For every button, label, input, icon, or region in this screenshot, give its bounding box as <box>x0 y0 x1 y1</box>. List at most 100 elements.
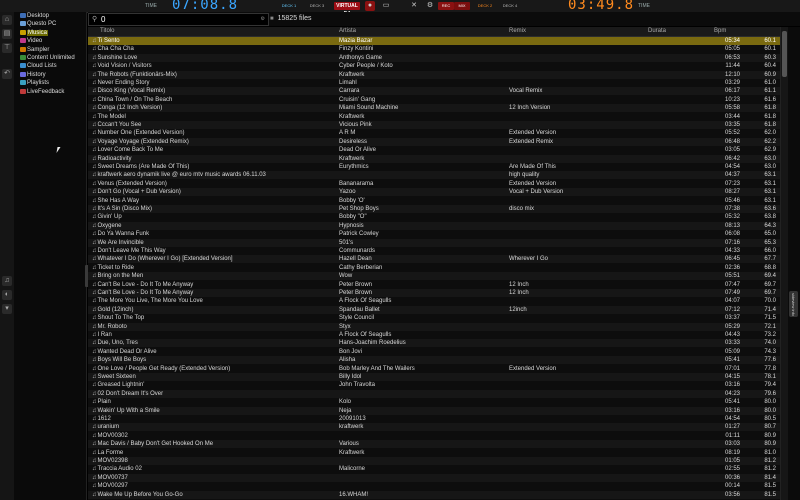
track-row[interactable]: ♫Can't Be Love - Do It To Me Anyway Peter… <box>88 280 780 289</box>
record-icon[interactable]: ● <box>365 1 375 11</box>
track-row[interactable]: ♫Conga (12 Inch Version) Miami Sound Mach… <box>88 104 780 113</box>
track-row[interactable]: ♫Cccan't You See Vicious Pink 03:35 61.8 <box>88 121 780 129</box>
track-row[interactable]: ♫One Love / People Get Ready (Extended V… <box>88 364 780 373</box>
track-row[interactable]: ♫Void Vision / Visitors Cyber People / Ko… <box>88 62 780 71</box>
track-row[interactable]: ♫Never Ending Story Limahl 03:29 61.0 <box>88 79 780 87</box>
column-header-title[interactable]: Titolo <box>100 27 114 36</box>
track-row[interactable]: ♫1612 20091013 04:54 80.5 <box>88 415 780 423</box>
undo-icon[interactable]: ↶ <box>2 69 12 79</box>
track-row[interactable]: ♫Bring on the Men Wow 05:51 69.4 <box>88 272 780 281</box>
track-row[interactable]: ♫Wanted Dead Or Alive Bon Jovi 05:09 74.3 <box>88 347 780 356</box>
track-title: Bring on the Men <box>97 273 144 280</box>
track-row[interactable]: ♫Lover Come Back To Me Dead Or Alive 03:05… <box>88 146 780 155</box>
column-header-remix[interactable]: Remix <box>509 27 526 36</box>
tree-item[interactable]: History <box>20 71 46 79</box>
track-row[interactable]: ♫Ticket to Ride Cathy Berberian 02:36 68.8 <box>88 263 780 272</box>
monitor-icon[interactable]: ▭ <box>381 1 391 11</box>
track-artist: A Flock Of Seagulls <box>339 298 392 305</box>
rec-button[interactable]: REC <box>438 2 454 10</box>
speaker-icon[interactable]: ◐ <box>2 290 12 300</box>
tree-item[interactable]: Desktop <box>20 12 49 20</box>
track-row[interactable]: ♫Don't Go (Vocal + Dub Version) Yazoo Voca… <box>88 188 780 197</box>
track-row[interactable]: ♫Shout To The Top Style Council 03:37 71.5 <box>88 314 780 323</box>
deck1-button[interactable]: DECK 1 <box>278 2 300 9</box>
track-row[interactable]: ♫Disco King (Vocal Remix) Carrara Vocal Re… <box>88 87 780 96</box>
track-row[interactable]: ♫Boys Will Be Boys Alisha 05:41 77.6 <box>88 356 780 365</box>
track-row[interactable]: ♫MOV00302 01:11 80.9 <box>88 431 780 440</box>
track-row[interactable]: ♫Sweet Dreams (Are Made Of This) Eurythmi… <box>88 163 780 171</box>
track-artist: Malicorne <box>339 466 366 473</box>
track-row[interactable]: ♫China Town / On The Beach Cruisin' Gang 1… <box>88 95 780 104</box>
track-row[interactable]: ♫Wake Me Up Before You Go-Go 16.WHAM! 03:5… <box>88 490 780 499</box>
track-row[interactable]: ♫Cha Cha Cha Finzy Kontini 05:05 60.1 <box>88 45 780 54</box>
track-bpm: 81.0 <box>764 449 776 456</box>
track-row[interactable]: ♫The Robots (Funktionärs-Mix) Kraftwerk 12… <box>88 70 780 79</box>
track-row[interactable]: ♫Sweet Sixteen Billy Idol 04:15 78.1 <box>88 373 780 381</box>
tree-item[interactable]: Sampler <box>20 46 49 54</box>
track-row[interactable]: ♫Do Ya Wanna Funk Patrick Cowley 06:08 65.0 <box>88 230 780 239</box>
deck2-button[interactable]: DECK 2 <box>474 2 496 9</box>
mix-button[interactable]: MIX <box>454 2 470 10</box>
music-note-icon[interactable]: ♫ <box>2 276 12 286</box>
track-row[interactable]: ♫MOV02398 01:05 81.2 <box>88 457 780 465</box>
folder-icon[interactable]: ▤ <box>2 29 12 39</box>
tree-item[interactable]: Video <box>20 37 42 45</box>
track-row[interactable]: ♫The Model Kraftwerk 03:44 61.8 <box>88 112 780 121</box>
tree-item[interactable]: Playlists <box>20 79 49 87</box>
track-artist: Desireless <box>339 138 368 145</box>
track-row[interactable]: ♫Oxygene Hypnosis 08:13 64.3 <box>88 221 780 230</box>
track-row[interactable]: ♫Can't Be Love - Do It To Me Anyway Peter… <box>88 289 780 297</box>
tree-item[interactable]: Questo PC <box>20 20 56 28</box>
track-row[interactable]: ♫Traccia Audio 02 Malicorne 02:55 81.2 <box>88 465 780 474</box>
gear-icon[interactable]: ⚙ <box>425 1 435 11</box>
track-row[interactable]: ♫Givin' Up Bobby "O" 05:32 63.8 <box>88 213 780 222</box>
track-row[interactable]: ♫The More You Live, The More You Love A F… <box>88 297 780 306</box>
track-row[interactable]: ♫Sunshine Love Anthonys Game 06:53 60.3 <box>88 53 780 62</box>
track-row[interactable]: ♫She Has A Way Bobby 'O' 05:46 63.1 <box>88 196 780 205</box>
filter-icon[interactable]: ⊤ <box>2 43 12 53</box>
close-icon[interactable]: ✕ <box>409 1 419 11</box>
track-row[interactable]: ♫Voyage Voyage (Extended Remix) Desireles… <box>88 137 780 146</box>
track-row[interactable]: ♫I Ran A Flock Of Seagulls 04:43 73.2 <box>88 331 780 339</box>
tree-item[interactable]: Musica <box>20 29 49 37</box>
track-row[interactable]: ♫La Forme Kraftwerk 08:19 81.0 <box>88 448 780 457</box>
track-row[interactable]: ♫Greased Lightnin' John Travolta 03:16 79.4 <box>88 381 780 390</box>
track-row[interactable]: ♫kraftwerk aero dynamik live @ euro mtv … <box>88 171 780 180</box>
track-row[interactable]: ♫Mac Davis / Baby Don't Get Hooked On Me… <box>88 440 780 449</box>
track-row[interactable]: ♫Mr. Roboto Styx 05:29 72.1 <box>88 322 780 331</box>
track-row[interactable]: ♫We Are Invincible 501's 07:16 65.3 <box>88 238 780 247</box>
track-row[interactable]: ♫MOV00737 00:36 81.4 <box>88 473 780 482</box>
track-title: Cha Cha Cha <box>97 46 134 53</box>
track-bpm: 80.9 <box>764 441 776 448</box>
column-header-duration[interactable]: Durata <box>648 27 666 36</box>
track-row[interactable]: ♫Number One (Extended Version) A R M Exten… <box>88 129 780 138</box>
track-row[interactable]: ♫Radioactivity Kraftwerk 06:42 63.0 <box>88 154 780 163</box>
track-row[interactable]: ♫uranium kraftwerk 01:27 80.7 <box>88 423 780 432</box>
tree-item[interactable]: Cloud Lists <box>20 62 57 70</box>
tree-item[interactable]: Content Unlimited <box>20 54 75 62</box>
track-row[interactable]: ♫Ti Sento Mazia Bazar 05:34 60.1 <box>88 37 780 45</box>
track-row[interactable]: ♫Venus (Extended Version) Bananarama Exten… <box>88 179 780 188</box>
track-row[interactable]: ♫Gold (12inch) Spandau Ballet 12inch 07:12 7… <box>88 305 780 314</box>
mic-icon[interactable]: ▾ <box>2 304 12 314</box>
deck4-button[interactable]: DECK 4 <box>499 2 521 9</box>
scrollbar-thumb[interactable] <box>782 31 787 77</box>
column-header-bpm[interactable]: Bpm <box>714 27 726 36</box>
track-row[interactable]: ♫Due, Uno, Tres Hans-Joachim Roedelius 03:… <box>88 339 780 348</box>
tree-item[interactable]: LiveFeedback <box>20 88 64 96</box>
track-row[interactable]: ♫Wakin' Up With a Smile Neja 03:16 80.0 <box>88 406 780 415</box>
sideview-tab[interactable]: sideview info <box>789 291 798 317</box>
search-input[interactable] <box>101 14 251 25</box>
search-options-icon[interactable]: ⚙ <box>261 14 265 25</box>
track-title: Sweet Dreams (Are Made Of This) <box>97 164 190 170</box>
track-row[interactable]: ♫MOV00297 00:14 81.5 <box>88 482 780 491</box>
track-row[interactable]: ♫Don't Leave Me This Way Communards 04:33 6… <box>88 247 780 255</box>
track-row[interactable]: ♫Whatever I Do (Wherever I Go) [Extended… <box>88 255 780 264</box>
track-row[interactable]: ♫02 Don't Dream It's Over 04:23 79.6 <box>88 389 780 398</box>
deck3-button[interactable]: DECK 3 <box>306 2 328 9</box>
home-icon[interactable]: ⌂ <box>2 15 12 25</box>
track-row[interactable]: ♫It's A Sin (Disco Mix) Pet Shop Boys disc… <box>88 205 780 213</box>
track-title-cell: ♫The Model <box>92 113 330 121</box>
column-header-artist[interactable]: Artista <box>339 27 356 36</box>
track-row[interactable]: ♫Plain Kolo 05:41 80.0 <box>88 398 780 407</box>
